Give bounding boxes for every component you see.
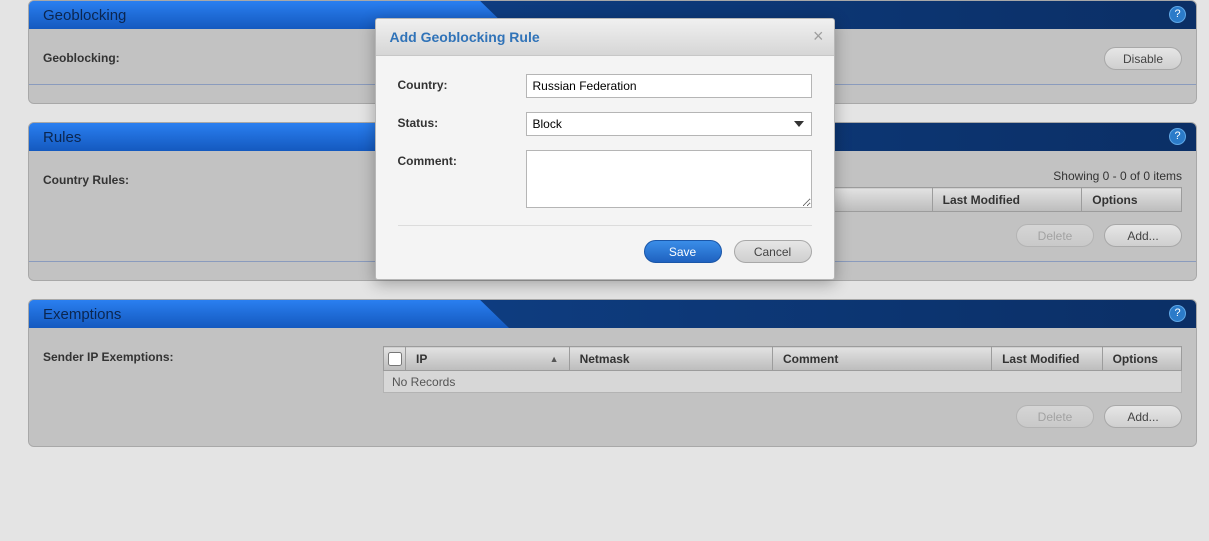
- add-geoblocking-rule-dialog: Add Geoblocking Rule × Country: Status: …: [375, 18, 835, 280]
- status-label: Status:: [398, 112, 526, 130]
- comment-textarea[interactable]: [526, 150, 812, 208]
- status-select[interactable]: Block: [526, 112, 812, 136]
- modal-header: Add Geoblocking Rule ×: [376, 19, 834, 56]
- country-input[interactable]: [526, 74, 812, 98]
- close-icon[interactable]: ×: [813, 27, 824, 45]
- comment-label: Comment:: [398, 150, 526, 168]
- modal-title: Add Geoblocking Rule: [390, 29, 540, 45]
- country-label: Country:: [398, 74, 526, 92]
- save-button[interactable]: Save: [644, 240, 722, 263]
- modal-overlay: Add Geoblocking Rule × Country: Status: …: [0, 0, 1209, 541]
- cancel-button[interactable]: Cancel: [734, 240, 812, 263]
